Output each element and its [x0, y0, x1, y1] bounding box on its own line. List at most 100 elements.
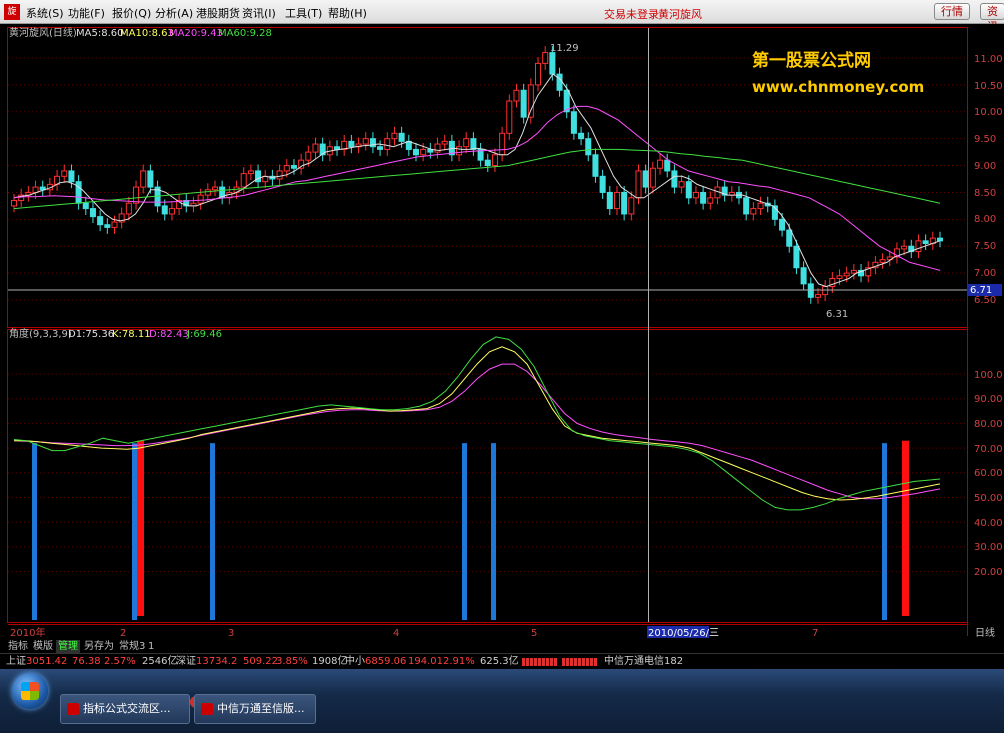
candle-body — [420, 148, 427, 156]
candle-body — [936, 237, 944, 242]
menu-function[interactable]: 功能(F) — [68, 5, 105, 21]
candle-body — [82, 202, 89, 210]
candle-body — [635, 170, 642, 199]
menu-hk-futures[interactable]: 港股期货 — [196, 5, 240, 21]
candle-body — [211, 186, 219, 191]
k-legend: K:78.11 — [112, 329, 151, 340]
candle-body — [822, 286, 829, 296]
candle-body — [757, 202, 764, 210]
candle-body — [290, 165, 297, 169]
candle-body — [850, 269, 857, 274]
sz-label: 深证 — [176, 656, 196, 667]
menu-system[interactable]: 系统(S) — [26, 5, 64, 21]
candle-body — [642, 170, 649, 188]
indicator-legend-title: 角度(9,3,3,9) — [9, 327, 72, 340]
signal-bar-red — [137, 440, 144, 616]
candle-body — [542, 52, 549, 64]
price-tick: 10.50 — [974, 81, 1003, 92]
mini-volume-bars — [562, 658, 598, 666]
candle-body — [599, 175, 606, 193]
menu-quote[interactable]: 报价(Q) — [112, 5, 151, 21]
signal-bar-blue — [491, 443, 496, 620]
sz-amount: 1908亿 — [312, 656, 348, 667]
ma20-legend: MA20:9.43 — [169, 28, 223, 39]
candle-body — [484, 159, 491, 167]
candle-body — [168, 208, 175, 215]
quote-button[interactable]: 行情 — [934, 3, 970, 20]
task-broker-window[interactable]: 中信万通至信版... — [194, 694, 316, 724]
candle-body — [700, 191, 707, 204]
stock-chart[interactable]: 黄河旋风(日线) MA5:8.60 MA10:8.63 MA20:9.43 MA… — [0, 24, 1004, 640]
candle-body — [255, 170, 262, 183]
tab-template[interactable]: 模版 — [31, 640, 55, 653]
candle-body — [628, 197, 635, 215]
candle-body — [499, 132, 506, 156]
tab-indicator[interactable]: 指标 — [6, 640, 30, 653]
candle-body — [305, 151, 312, 161]
candle-body — [391, 132, 398, 140]
price-tick: 9.50 — [974, 134, 996, 145]
ind-tick: 30.00 — [974, 542, 1003, 553]
candle-body — [247, 170, 254, 175]
sh-change: 76.38 — [72, 656, 101, 667]
candle-body — [283, 165, 290, 172]
tab-save-as[interactable]: 另存为 — [82, 640, 116, 653]
zx-amount: 625.3亿 — [480, 656, 519, 667]
ind-tick: 100.0 — [974, 370, 1003, 381]
mini-volume-bars — [522, 658, 558, 666]
candle-body — [613, 191, 620, 210]
period-label[interactable]: 日线 — [975, 626, 995, 639]
candle-body — [398, 132, 405, 142]
watermark-title: 第一股票公式网 — [752, 50, 871, 71]
watermark-url: www.chnmoney.com — [752, 78, 924, 96]
candle-body — [10, 200, 18, 207]
task-label: 指标公式交流区... — [83, 702, 171, 715]
menu-tools[interactable]: 工具(T) — [285, 5, 322, 21]
x-label: 3 — [228, 628, 234, 639]
menu-help[interactable]: 帮助(H) — [328, 5, 367, 21]
menu-info[interactable]: 资讯(I) — [242, 5, 276, 21]
candle-body — [535, 62, 542, 86]
candle-body — [549, 52, 556, 75]
candle-body — [89, 208, 96, 218]
ind-tick: 80.00 — [974, 419, 1003, 430]
candle-body — [836, 275, 843, 279]
zx-change: 194.01 — [408, 656, 443, 667]
start-button[interactable] — [12, 673, 48, 709]
d-legend: D:82.43 — [149, 329, 189, 340]
candle-body — [750, 208, 757, 215]
candle-body — [793, 245, 800, 269]
task-forum-window[interactable]: 指标公式交流区... — [60, 694, 190, 724]
ma60-legend: MA60:9.28 — [218, 28, 272, 39]
candle-body — [901, 245, 908, 250]
candle-body — [204, 189, 211, 196]
candle-body — [491, 154, 498, 167]
candle-body — [922, 240, 929, 245]
candle-body — [879, 259, 886, 263]
candle-body — [814, 294, 821, 298]
tab-normal3[interactable]: 常规3 — [117, 640, 147, 653]
tab-page[interactable]: 1 — [146, 640, 156, 653]
candle-body — [779, 218, 786, 231]
x-label: 4 — [393, 628, 399, 639]
candle-body — [348, 140, 355, 148]
candle-body — [161, 205, 168, 215]
tab-manage[interactable]: 管理 — [56, 640, 80, 653]
task-label: 中信万通至信版... — [217, 702, 305, 715]
zx-pct: 2.91% — [443, 656, 475, 667]
candle-body — [527, 84, 534, 118]
candle-body — [513, 89, 520, 102]
stock-title: 黄河旋风 — [658, 8, 702, 21]
info-button[interactable]: 资讯 — [980, 3, 1004, 33]
candle-body — [671, 170, 678, 188]
price-legend-title: 黄河旋风(日线) — [9, 26, 77, 39]
menu-analysis[interactable]: 分析(A) — [155, 5, 193, 21]
candle-body — [621, 191, 628, 215]
candle-body — [61, 170, 68, 177]
candle-body — [570, 111, 577, 134]
candle-body — [133, 186, 140, 204]
app-logo-icon[interactable]: 旋 — [4, 4, 20, 20]
signal-bar-blue — [32, 443, 37, 620]
price-tick: 7.50 — [974, 241, 996, 252]
price-tick: 11.00 — [974, 54, 1003, 65]
